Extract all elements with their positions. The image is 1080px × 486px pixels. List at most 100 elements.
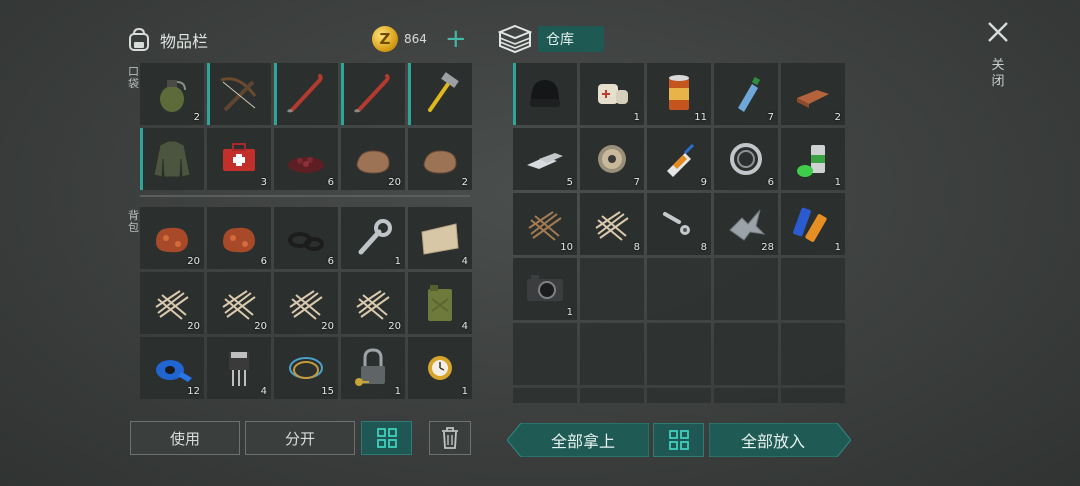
item-slot[interactable]: 1: [781, 193, 845, 255]
item-slot[interactable]: 7: [714, 63, 778, 125]
item-slot[interactable]: 2: [408, 128, 472, 190]
item-quantity: 2: [834, 112, 841, 123]
item-slot[interactable]: 6: [207, 207, 271, 269]
empty-slot[interactable]: [580, 258, 644, 320]
item-slot[interactable]: 20: [341, 128, 405, 190]
close-icon[interactable]: [986, 20, 1010, 44]
empty-slot[interactable]: [714, 323, 778, 385]
item-slot[interactable]: 6: [274, 207, 338, 269]
item-slot[interactable]: 10: [513, 193, 577, 255]
item-slot[interactable]: 2: [140, 63, 204, 125]
item-slot[interactable]: 20: [140, 272, 204, 334]
use-button[interactable]: 使用: [130, 421, 240, 455]
item-slot[interactable]: 1: [513, 258, 577, 320]
take-all-button[interactable]: 全部拿上: [521, 423, 645, 457]
empty-slot[interactable]: [513, 323, 577, 385]
item-quantity: 7: [767, 112, 774, 123]
empty-slot[interactable]: [781, 258, 845, 320]
bolt-nut-icon: [663, 212, 690, 235]
empty-slot[interactable]: [580, 323, 644, 385]
item-quantity: 7: [633, 177, 640, 188]
item-slot[interactable]: [513, 63, 577, 125]
item-slot[interactable]: 3: [207, 128, 271, 190]
item-quantity: 1: [394, 256, 401, 267]
item-slot[interactable]: 8: [580, 193, 644, 255]
metal-bars-icon: [527, 153, 563, 169]
empty-slot[interactable]: [647, 388, 711, 403]
item-slot[interactable]: 1: [580, 63, 644, 125]
item-slot[interactable]: 12: [140, 337, 204, 399]
item-quantity: 12: [187, 386, 200, 397]
fiber-icon: [595, 211, 629, 241]
item-slot[interactable]: 1: [341, 337, 405, 399]
item-slot[interactable]: [341, 63, 405, 125]
empty-slot[interactable]: [781, 323, 845, 385]
item-slot[interactable]: 6: [714, 128, 778, 190]
coin-icon: Z: [372, 26, 398, 52]
trash-button[interactable]: [429, 421, 471, 455]
iron-ore-icon: [156, 227, 188, 253]
item-slot[interactable]: 4: [207, 337, 271, 399]
backpack-label: 背包: [128, 209, 139, 234]
camera-icon: [527, 275, 563, 301]
fiber-brown-icon: [528, 211, 562, 241]
transistor-icon: [229, 352, 249, 386]
item-slot[interactable]: 11: [647, 63, 711, 125]
water-bottle-icon: [738, 76, 761, 112]
section-divider: [140, 195, 470, 197]
item-quantity: 8: [633, 242, 640, 253]
item-quantity: 1: [834, 242, 841, 253]
item-slot[interactable]: [274, 63, 338, 125]
item-quantity: 1: [394, 386, 401, 397]
item-quantity: 3: [260, 177, 267, 188]
item-quantity: 2: [461, 177, 468, 188]
empty-slot[interactable]: [647, 323, 711, 385]
item-quantity: 20: [187, 256, 200, 267]
scrap-metal-icon: [729, 209, 766, 241]
backpack-grid: 20 6 6 1 4 20 20 20 20 4 12 4 15 1 1: [140, 207, 472, 399]
item-slot[interactable]: 1: [408, 337, 472, 399]
item-slot[interactable]: 20: [207, 272, 271, 334]
close-label[interactable]: 关闭: [990, 58, 1006, 90]
item-slot[interactable]: 8: [647, 193, 711, 255]
empty-slot[interactable]: [580, 388, 644, 403]
item-slot[interactable]: 20: [274, 272, 338, 334]
empty-slot[interactable]: [714, 388, 778, 403]
item-slot[interactable]: 15: [274, 337, 338, 399]
wire-spool-icon: [598, 145, 626, 173]
item-slot[interactable]: 4: [408, 272, 472, 334]
item-slot[interactable]: 28: [714, 193, 778, 255]
item-slot[interactable]: 1: [781, 128, 845, 190]
bandage-icon: [598, 84, 628, 104]
empty-slot[interactable]: [714, 258, 778, 320]
item-slot[interactable]: 9: [647, 128, 711, 190]
put-all-button[interactable]: 全部放入: [709, 423, 837, 457]
item-slot[interactable]: 6: [274, 128, 338, 190]
item-slot[interactable]: 1: [341, 207, 405, 269]
item-slot[interactable]: 7: [580, 128, 644, 190]
item-slot[interactable]: 20: [140, 207, 204, 269]
item-slot[interactable]: 2: [781, 63, 845, 125]
split-button[interactable]: 分开: [245, 421, 355, 455]
item-quantity: 20: [388, 321, 401, 332]
add-coins-button[interactable]: +: [445, 26, 467, 52]
empty-slot[interactable]: [513, 388, 577, 403]
batteries-icon: [793, 207, 827, 242]
warehouse-grid: 1 11 7 2 5 7 9 6 1 10 8 8 28 1 1: [513, 63, 845, 403]
item-slot[interactable]: 20: [341, 272, 405, 334]
sort-warehouse-button[interactable]: [653, 423, 704, 457]
item-slot[interactable]: [408, 63, 472, 125]
pocket-grid: 2 3 6 20 2: [140, 63, 472, 190]
item-slot[interactable]: 4: [408, 207, 472, 269]
empty-slot[interactable]: [647, 258, 711, 320]
can-icon: [669, 75, 689, 110]
item-slot[interactable]: [140, 128, 204, 190]
empty-slot[interactable]: [781, 388, 845, 403]
item-quantity: 10: [560, 242, 573, 253]
iron-ore-icon: [223, 227, 255, 253]
sort-inventory-button[interactable]: [361, 421, 412, 455]
item-slot[interactable]: 5: [513, 128, 577, 190]
item-quantity: 20: [388, 177, 401, 188]
item-slot[interactable]: [207, 63, 271, 125]
item-quantity: 4: [260, 386, 267, 397]
